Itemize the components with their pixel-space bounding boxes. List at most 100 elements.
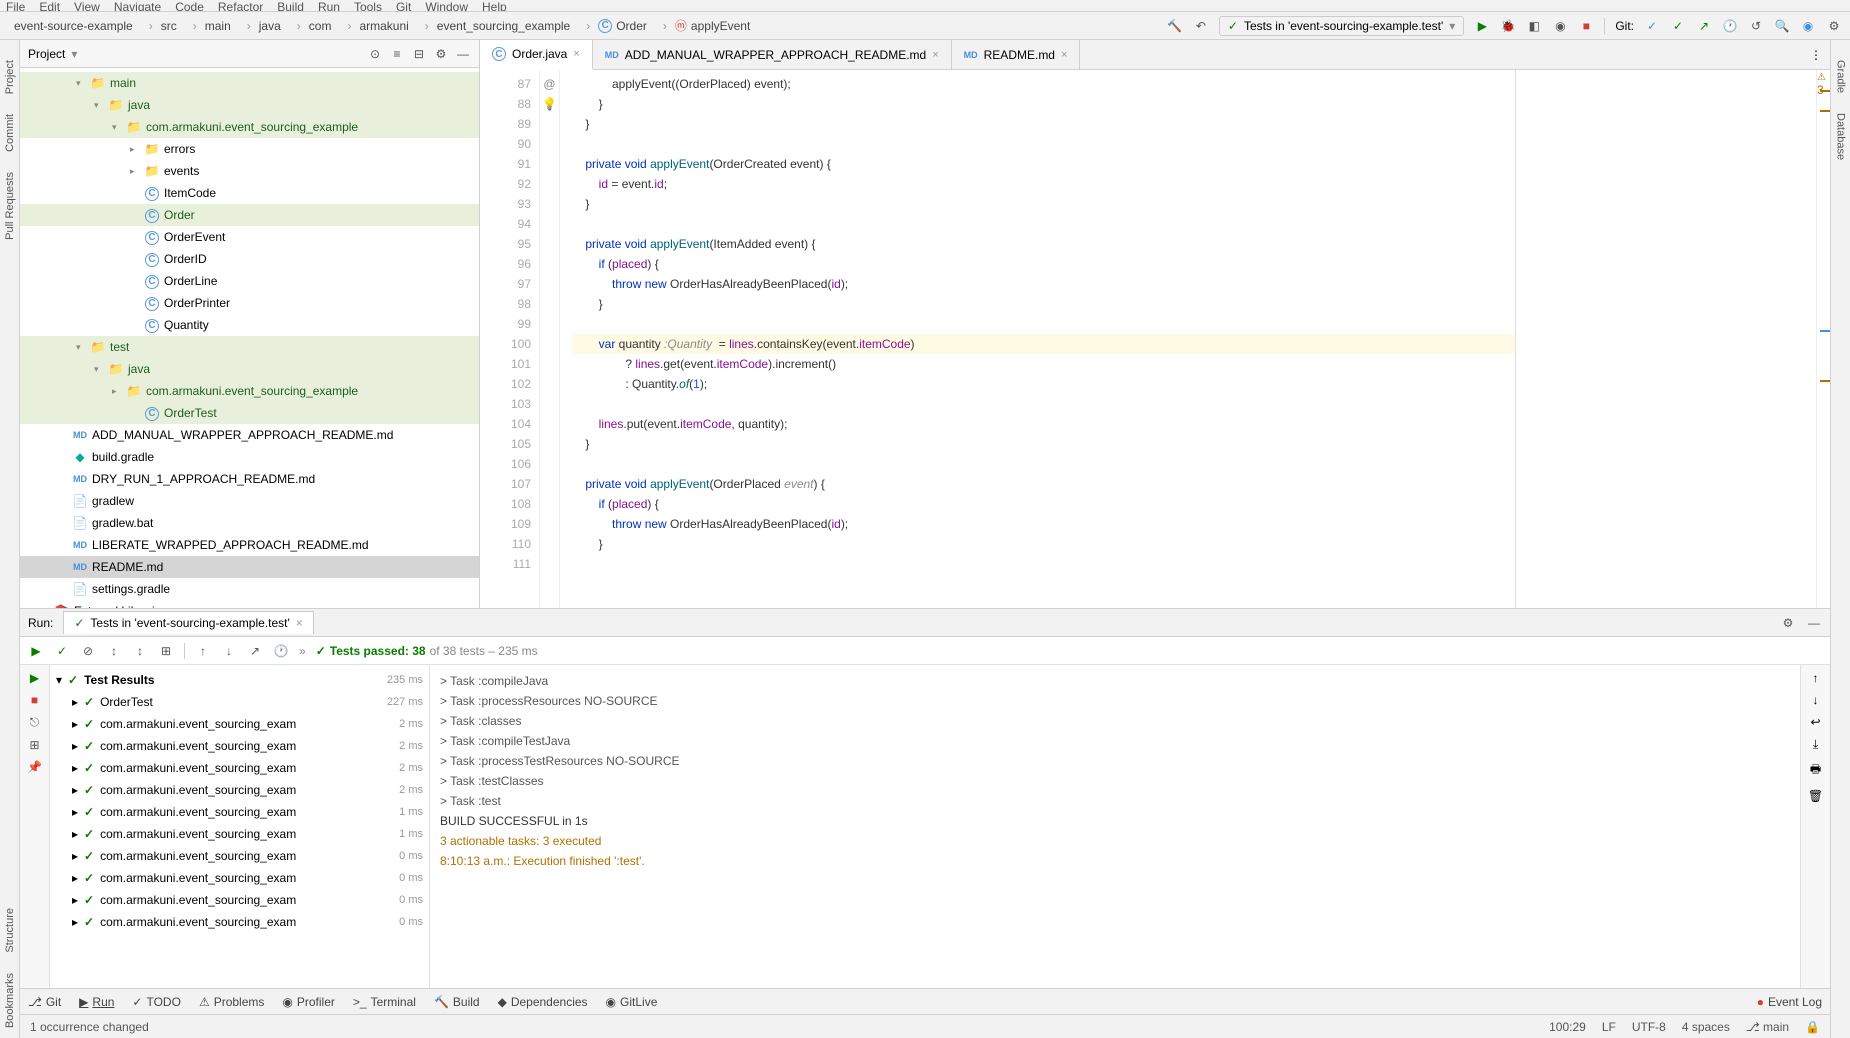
tree-item[interactable]: COrderPrinter <box>20 292 479 314</box>
profile-icon[interactable]: ◉ <box>1552 18 1568 34</box>
tree-item[interactable]: ◆build.gradle <box>20 446 479 468</box>
menu-refactor[interactable]: Refactor <box>218 0 263 11</box>
test-item[interactable]: ▸✓com.armakuni.event_sourcing_exam0 ms <box>50 867 429 889</box>
build-icon[interactable]: 🔨 <box>1167 18 1183 34</box>
test-item[interactable]: ▸✓com.armakuni.event_sourcing_exam1 ms <box>50 823 429 845</box>
up-icon[interactable]: ↑ <box>1813 671 1819 685</box>
run-icon[interactable]: ▶ <box>1474 18 1490 34</box>
git-rollback-icon[interactable]: ↺ <box>1748 18 1764 34</box>
locate-icon[interactable]: ⊙ <box>367 46 383 62</box>
pull-requests-tool-button[interactable]: Pull Requests <box>4 172 16 240</box>
encoding[interactable]: UTF-8 <box>1632 1020 1666 1034</box>
menu-build[interactable]: Build <box>277 0 304 11</box>
structure-tool-button[interactable]: Structure <box>4 908 16 953</box>
tree-item[interactable]: COrderID <box>20 248 479 270</box>
test-root[interactable]: ▾✓Test Results235 ms <box>50 669 429 691</box>
breadcrumb-item[interactable]: ⓜ applyEvent <box>653 15 756 36</box>
tree-item[interactable]: MDDRY_RUN_1_APPROACH_README.md <box>20 468 479 490</box>
coverage-icon[interactable]: ◧ <box>1526 18 1542 34</box>
tree-item[interactable]: CItemCode <box>20 182 479 204</box>
run-hide-icon[interactable]: — <box>1806 615 1822 631</box>
menu-edit[interactable]: Edit <box>39 0 60 11</box>
tool-todo[interactable]: ✓TODO <box>132 995 181 1009</box>
tree-item[interactable]: ▾📁java <box>20 358 479 380</box>
breadcrumb-item[interactable]: C Order <box>576 15 653 36</box>
toggle-ignore-icon[interactable]: ⊘ <box>80 643 96 659</box>
back-icon[interactable]: ↶ <box>1193 18 1209 34</box>
error-stripe[interactable]: ⚠ 3 <box>1816 70 1830 608</box>
tool-gitlive[interactable]: ◉GitLive <box>606 995 658 1009</box>
menu-window[interactable]: Window <box>425 0 468 11</box>
tree-item[interactable]: ▸📚External Libraries <box>20 600 479 608</box>
menu-run[interactable]: Run <box>318 0 340 11</box>
layout-icon[interactable]: ⊞ <box>29 738 39 752</box>
git-history-icon[interactable]: 🕐 <box>1722 18 1738 34</box>
project-tree[interactable]: ▾📁main▾📁java▾📁com.armakuni.event_sourcin… <box>20 68 479 608</box>
gradle-tool-button[interactable]: Gradle <box>1835 60 1847 93</box>
test-item[interactable]: ▸✓OrderTest227 ms <box>50 691 429 713</box>
code-area[interactable]: applyEvent((OrderPlaced) event); } } pri… <box>560 70 1516 608</box>
tree-item[interactable]: COrderTest <box>20 402 479 424</box>
menu-file[interactable]: File <box>6 0 25 11</box>
test-item[interactable]: ▸✓com.armakuni.event_sourcing_exam1 ms <box>50 801 429 823</box>
tool-git[interactable]: ⎇Git <box>28 995 61 1009</box>
test-item[interactable]: ▸✓com.armakuni.event_sourcing_exam2 ms <box>50 779 429 801</box>
console-output[interactable]: > Task :compileJava> Task :processResour… <box>430 665 1800 988</box>
settings-sync-icon[interactable]: ◉ <box>1800 18 1816 34</box>
editor-tab[interactable]: MDADD_MANUAL_WRAPPER_APPROACH_README.md× <box>593 40 952 69</box>
expand-icon[interactable]: ≡ <box>389 46 405 62</box>
collapse-icon[interactable]: ⊟ <box>411 46 427 62</box>
sort2-icon[interactable]: ↕ <box>132 643 148 659</box>
down-icon[interactable]: ↓ <box>1813 693 1819 707</box>
test-tree[interactable]: ▾✓Test Results235 ms▸✓OrderTest227 ms▸✓c… <box>50 665 430 988</box>
database-tool-button[interactable]: Database <box>1835 113 1847 160</box>
commit-tool-button[interactable]: Commit <box>4 114 16 152</box>
breadcrumb-item[interactable]: event-source-example <box>8 15 139 36</box>
stop-icon[interactable]: ■ <box>1578 18 1594 34</box>
menu-tools[interactable]: Tools <box>354 0 382 11</box>
exit-icon[interactable]: ⎋ <box>30 715 40 730</box>
tree-item[interactable]: COrderEvent <box>20 226 479 248</box>
tree-item[interactable]: MDADD_MANUAL_WRAPPER_APPROACH_README.md <box>20 424 479 446</box>
search-icon[interactable]: 🔍 <box>1774 18 1790 34</box>
menu-git[interactable]: Git <box>396 0 411 11</box>
breadcrumb-item[interactable]: armakuni <box>337 15 414 36</box>
tool-run[interactable]: ▶Run <box>79 995 114 1009</box>
tree-item[interactable]: COrder <box>20 204 479 226</box>
editor-body[interactable]: 8788899091929394959697989910010110210310… <box>480 70 1830 608</box>
export-icon[interactable]: ↗ <box>247 643 263 659</box>
settings-icon[interactable]: ⚙ <box>433 46 449 62</box>
sort-icon[interactable]: ↕ <box>106 643 122 659</box>
test-item[interactable]: ▸✓com.armakuni.event_sourcing_exam0 ms <box>50 889 429 911</box>
git-update-icon[interactable]: ✓ <box>1644 18 1660 34</box>
breadcrumb-item[interactable]: src <box>139 15 183 36</box>
editor-tab[interactable]: MDREADME.md× <box>952 40 1081 69</box>
editor-tab[interactable]: COrder.java× <box>480 40 593 70</box>
history-icon[interactable]: 🕐 <box>273 643 289 659</box>
breadcrumb-item[interactable]: com <box>287 15 338 36</box>
scroll-icon[interactable]: ⤓ <box>1813 737 1818 752</box>
test-item[interactable]: ▸✓com.armakuni.event_sourcing_exam2 ms <box>50 757 429 779</box>
tree-item[interactable]: 📄gradlew.bat <box>20 512 479 534</box>
menu-navigate[interactable]: Navigate <box>114 0 161 11</box>
test-item[interactable]: ▸✓com.armakuni.event_sourcing_exam2 ms <box>50 713 429 735</box>
pin-icon[interactable]: 📌 <box>27 760 42 774</box>
tool-terminal[interactable]: >_Terminal <box>353 995 416 1009</box>
indent[interactable]: 4 spaces <box>1682 1020 1730 1034</box>
tree-item[interactable]: ▸📁events <box>20 160 479 182</box>
tree-item[interactable]: ▸📁com.armakuni.event_sourcing_example <box>20 380 479 402</box>
hide-icon[interactable]: — <box>455 46 471 62</box>
tabs-more-icon[interactable]: ⋮ <box>1802 40 1830 69</box>
menu-code[interactable]: Code <box>175 0 204 11</box>
tree-item[interactable]: 📄gradlew <box>20 490 479 512</box>
expand-all-icon[interactable]: ⊞ <box>158 643 174 659</box>
breadcrumb-item[interactable]: event_sourcing_example <box>415 15 576 36</box>
tree-item[interactable]: ▾📁java <box>20 94 479 116</box>
git-branch[interactable]: ⎇ main <box>1746 1020 1789 1034</box>
warning-badge[interactable]: ⚠ 3 <box>1817 72 1828 97</box>
print-icon[interactable]: 🖶 <box>1810 760 1821 781</box>
breadcrumb-item[interactable]: java <box>237 15 287 36</box>
run-tab[interactable]: ✓ Tests in 'event-sourcing-example.test'… <box>63 611 313 634</box>
stop2-icon[interactable]: ■ <box>31 693 38 707</box>
tree-item[interactable]: ▾📁com.armakuni.event_sourcing_example <box>20 116 479 138</box>
